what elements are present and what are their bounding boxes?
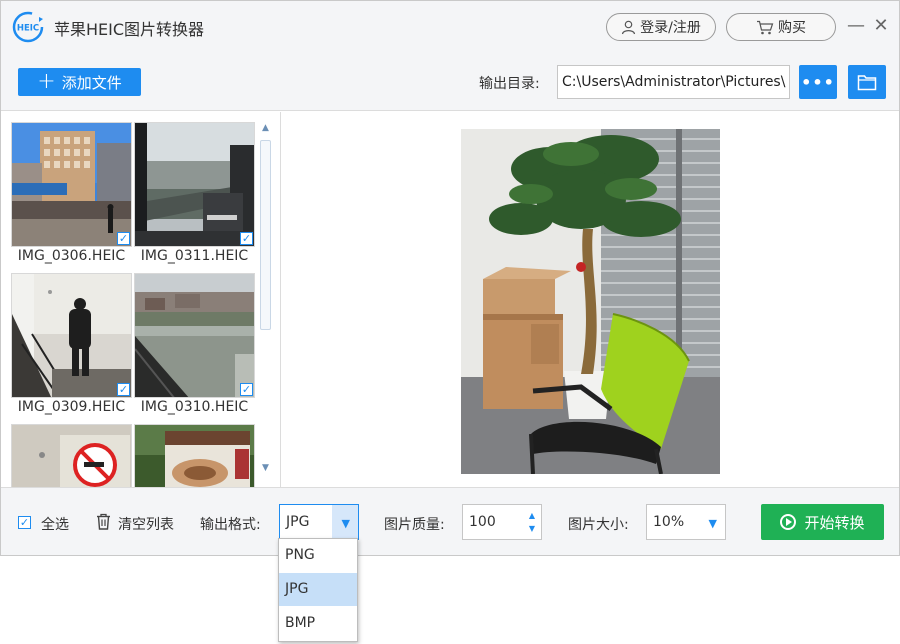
scroll-down-icon[interactable]: ▼ [259, 462, 272, 474]
clear-list-button[interactable]: 清空列表 [118, 514, 174, 534]
format-option-jpg[interactable]: JPG [279, 573, 357, 606]
check-icon[interactable]: ✓ [240, 232, 253, 245]
file-name: IMG_0310.HEIC [140, 399, 249, 415]
check-icon[interactable]: ✓ [117, 383, 130, 396]
thumbnail-image [12, 123, 131, 246]
bottom-bar: ✓ 全选 清空列表 输出格式: JPG ▼ 图片质量: 100 ▲ ▼ 图片大小… [1, 487, 899, 555]
format-select[interactable]: JPG ▼ [279, 504, 359, 540]
format-dropdown: PNG JPG BMP [278, 538, 358, 642]
file-name: IMG_0306.HEIC [17, 248, 126, 264]
app-title: 苹果HEIC图片转换器 [54, 20, 205, 39]
app-window: HEIC 苹果HEIC图片转换器 登录/注册 购买 — ✕ + 添加文件 输出目… [0, 0, 900, 556]
heic-logo-icon: HEIC [11, 11, 45, 43]
thumbnail-image [12, 274, 131, 397]
toolbar: + 添加文件 输出目录: C:\Users\Administrator\Pict… [1, 53, 899, 111]
check-icon[interactable]: ✓ [240, 383, 253, 396]
file-name: IMG_0309.HEIC [17, 399, 126, 415]
add-files-label: 添加文件 [61, 73, 122, 92]
scroll-thumb[interactable] [260, 140, 271, 330]
folder-icon [857, 74, 877, 90]
open-folder-button[interactable] [848, 65, 886, 99]
minimize-icon[interactable]: — [846, 15, 866, 37]
user-icon [622, 20, 636, 34]
format-option-png[interactable]: PNG [279, 539, 357, 572]
check-icon[interactable]: ✓ [117, 232, 130, 245]
trash-icon[interactable] [96, 513, 111, 530]
preview-pane [282, 112, 899, 487]
thumbnail-image [135, 425, 254, 487]
list-item[interactable]: ✓ [134, 273, 255, 398]
file-name: IMG_0311.HEIC [140, 248, 249, 264]
size-label: 图片大小: [568, 517, 629, 533]
list-item[interactable] [134, 424, 255, 487]
list-item[interactable]: ✓ [11, 273, 132, 398]
size-value: 10% [653, 514, 685, 530]
format-option-bmp[interactable]: BMP [279, 607, 357, 640]
format-value: JPG [286, 514, 310, 530]
more-icon: ••• [801, 72, 835, 92]
quality-value: 100 [469, 514, 496, 530]
thumbnail-image [135, 123, 254, 246]
thumbnail-image [135, 274, 254, 397]
size-select[interactable]: 10% ▼ [646, 504, 726, 540]
add-files-button[interactable]: + 添加文件 [18, 68, 141, 96]
chevron-down-icon[interactable]: ▼ [709, 517, 717, 530]
output-dir-label: 输出目录: [479, 76, 540, 92]
list-item[interactable]: ✓ [11, 122, 132, 247]
buy-label: 购买 [778, 20, 806, 36]
list-item[interactable] [11, 424, 132, 487]
close-icon[interactable]: ✕ [871, 15, 891, 37]
preview-image [461, 129, 720, 474]
login-button[interactable]: 登录/注册 [606, 13, 716, 41]
stepper-down-icon[interactable]: ▼ [529, 525, 535, 533]
file-list: ✓ IMG_0306.HEIC ✓ IMG_0311.HEIC ✓ IMG_03… [1, 112, 281, 487]
title-bar: HEIC 苹果HEIC图片转换器 登录/注册 购买 — ✕ [1, 1, 899, 53]
play-circle-icon [780, 514, 797, 530]
output-dir-field[interactable]: C:\Users\Administrator\Pictures\ [557, 65, 790, 99]
plus-icon: + [37, 69, 56, 94]
login-label: 登录/注册 [640, 20, 701, 36]
start-convert-label: 开始转换 [804, 513, 865, 532]
chevron-down-icon[interactable]: ▼ [342, 517, 350, 530]
quality-label: 图片质量: [384, 517, 445, 533]
buy-button[interactable]: 购买 [726, 13, 836, 41]
select-all-checkbox[interactable]: ✓ [18, 516, 31, 529]
stepper-up-icon[interactable]: ▲ [529, 512, 535, 520]
thumbnail-image [12, 425, 131, 487]
browse-more-button[interactable]: ••• [799, 65, 837, 99]
list-scrollbar[interactable]: ▲ ▼ [259, 120, 272, 480]
select-all-label[interactable]: 全选 [41, 514, 69, 534]
start-convert-button[interactable]: 开始转换 [761, 504, 884, 540]
list-item[interactable]: ✓ [134, 122, 255, 247]
quality-stepper[interactable]: 100 ▲ ▼ [462, 504, 542, 540]
scroll-up-icon[interactable]: ▲ [259, 122, 272, 134]
cart-icon [757, 20, 774, 34]
format-label: 输出格式: [200, 517, 261, 533]
svg-text:HEIC: HEIC [17, 24, 39, 34]
